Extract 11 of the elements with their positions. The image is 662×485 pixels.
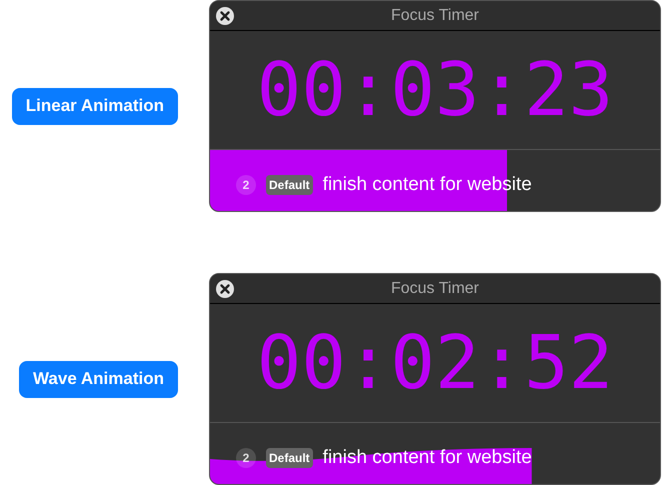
- close-icon[interactable]: [216, 7, 234, 25]
- tag-label: Default: [266, 175, 313, 196]
- tag-label: Default: [266, 448, 313, 468]
- timer-display: 00:03:23: [256, 53, 614, 127]
- window-title: Focus Timer: [390, 6, 479, 26]
- window-title: Focus Timer: [390, 278, 479, 298]
- timer-display: 00:02:52: [256, 326, 614, 400]
- animation-label: Wave Animation: [19, 360, 178, 398]
- animation-label: Linear Animation: [12, 88, 178, 124]
- count-badge: 2: [236, 175, 256, 196]
- close-icon[interactable]: [216, 280, 234, 298]
